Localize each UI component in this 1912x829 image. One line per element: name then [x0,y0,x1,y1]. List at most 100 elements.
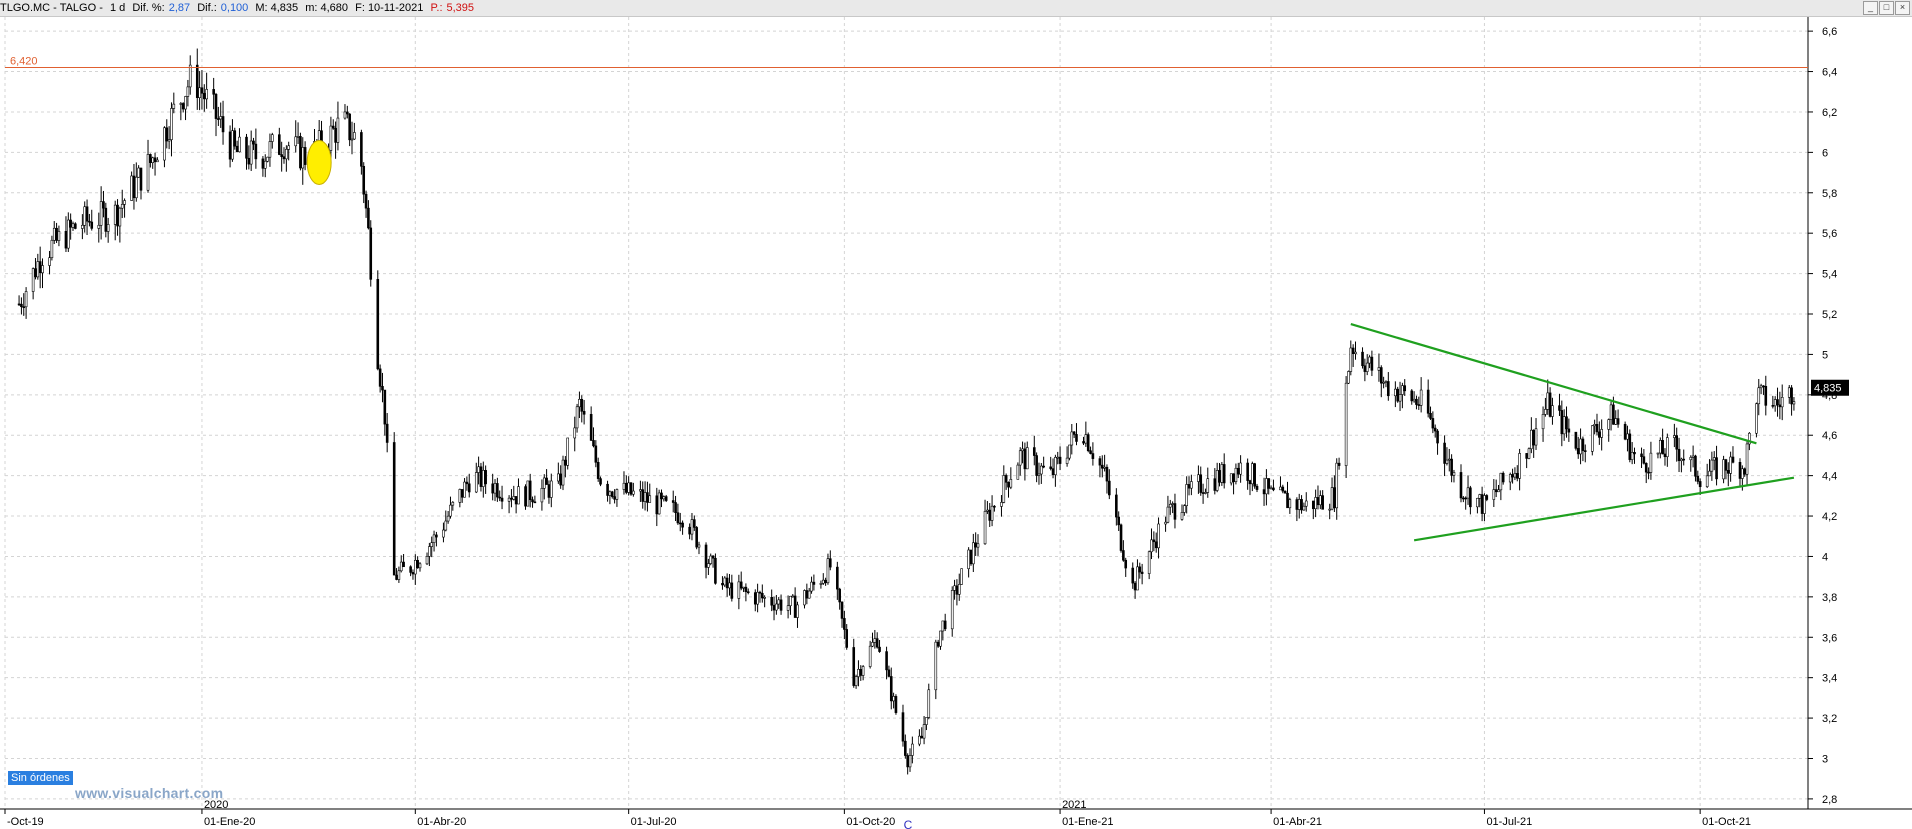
minimize-button[interactable]: _ [1863,1,1878,15]
y-tick-label: 5,8 [1822,188,1837,200]
dif-value: 0,100 [220,2,249,14]
candle-body [608,491,612,496]
candle-body [728,582,731,589]
candle-body [1792,401,1796,405]
candle-body [1032,447,1036,456]
candle-body [1379,367,1383,384]
candle-body [1302,505,1306,511]
candle-body [526,480,530,507]
candle-body [202,92,206,100]
price-chart[interactable]: 2,833,23,43,63,844,24,44,64,855,25,45,65… [0,17,1912,829]
candle-body [41,265,44,274]
candle-body [181,103,185,110]
candle-body [151,157,155,163]
candle-body [1131,567,1135,584]
candle-body [1661,440,1664,455]
candle-body [52,227,56,241]
candle-body [163,127,166,161]
candle-body [463,481,466,498]
y-tick-label: 3,6 [1822,632,1837,644]
candle-body [1452,472,1456,476]
candle-body [1640,453,1643,457]
maximize-button[interactable]: □ [1879,1,1894,15]
candle-body [1469,487,1472,508]
candle-body [1663,453,1667,458]
candle-body [875,638,879,648]
candle-body [1628,433,1632,460]
candle-body [758,591,762,594]
candle-body [707,563,710,568]
candle-body [1677,448,1681,462]
candle-body [819,583,823,585]
candle-body [156,159,159,163]
candle-body [934,641,938,691]
resistance-label: 6,420 [10,56,38,68]
candle-body [1229,473,1233,484]
y-tick-label: 4,4 [1822,471,1837,483]
candle-body [1612,404,1615,425]
candle-body [22,306,26,309]
candle-body [1065,457,1069,464]
candle-body [657,492,661,515]
candle-body [953,585,956,591]
candle-body [840,601,844,619]
candle-body [1530,429,1533,450]
candle-body [756,591,759,605]
candle-body [1762,385,1765,388]
candle-body [1581,438,1585,451]
y-tick-label: 6 [1822,147,1828,159]
candle-body [479,466,483,487]
candle-body [331,125,335,129]
candle-body [1478,494,1482,499]
candle-body [1314,497,1317,510]
candle-body [873,638,877,643]
candle-body [763,596,766,599]
candle-body [1633,452,1636,455]
max-label: M: 4,835 [255,2,299,14]
candle-body [1070,431,1074,446]
candle-body [1218,470,1221,483]
candle-body [64,230,68,249]
date-label: F: 10-11-2021 [355,2,424,14]
candle-body [901,712,905,742]
candle-body [1086,434,1090,452]
candle-body [188,64,192,88]
candle-body [149,154,152,163]
close-button[interactable]: × [1895,1,1910,15]
candle-body [868,645,872,667]
candle-body [1025,447,1029,470]
candle-body [714,557,717,584]
candle-body [1204,492,1207,494]
candle-body [1351,347,1355,355]
candle-body [641,489,645,502]
candle-body [491,483,494,494]
candle-body [972,542,975,565]
candle-body [1642,456,1646,464]
candle-body [348,113,351,141]
symbol-label: TLGO.MC - TALGO - [0,2,103,14]
candle-body [1295,499,1299,510]
orders-badge[interactable]: Sin órdenes [8,771,73,785]
candle-body [906,755,909,768]
candle-body [383,389,387,425]
candle-body [573,427,577,439]
candle-body [1213,478,1217,491]
candle-body [660,492,663,500]
candle-body [186,86,190,97]
candle-body [688,526,691,535]
candle-body [17,303,21,306]
candle-body [960,568,963,585]
candle-body [1089,450,1092,454]
min-label: m: 4,680 [305,2,349,14]
candle-body [1040,465,1043,475]
candle-body [627,482,630,493]
candle-body [282,156,286,160]
candle-body [116,204,119,227]
candle-body [123,200,126,205]
x-tick-label: -Oct-19 [7,816,44,828]
candle-body [580,398,584,412]
candle-body [789,595,792,607]
candle-body [1370,356,1374,371]
candle-body [435,534,438,538]
candle-body [1609,404,1613,420]
